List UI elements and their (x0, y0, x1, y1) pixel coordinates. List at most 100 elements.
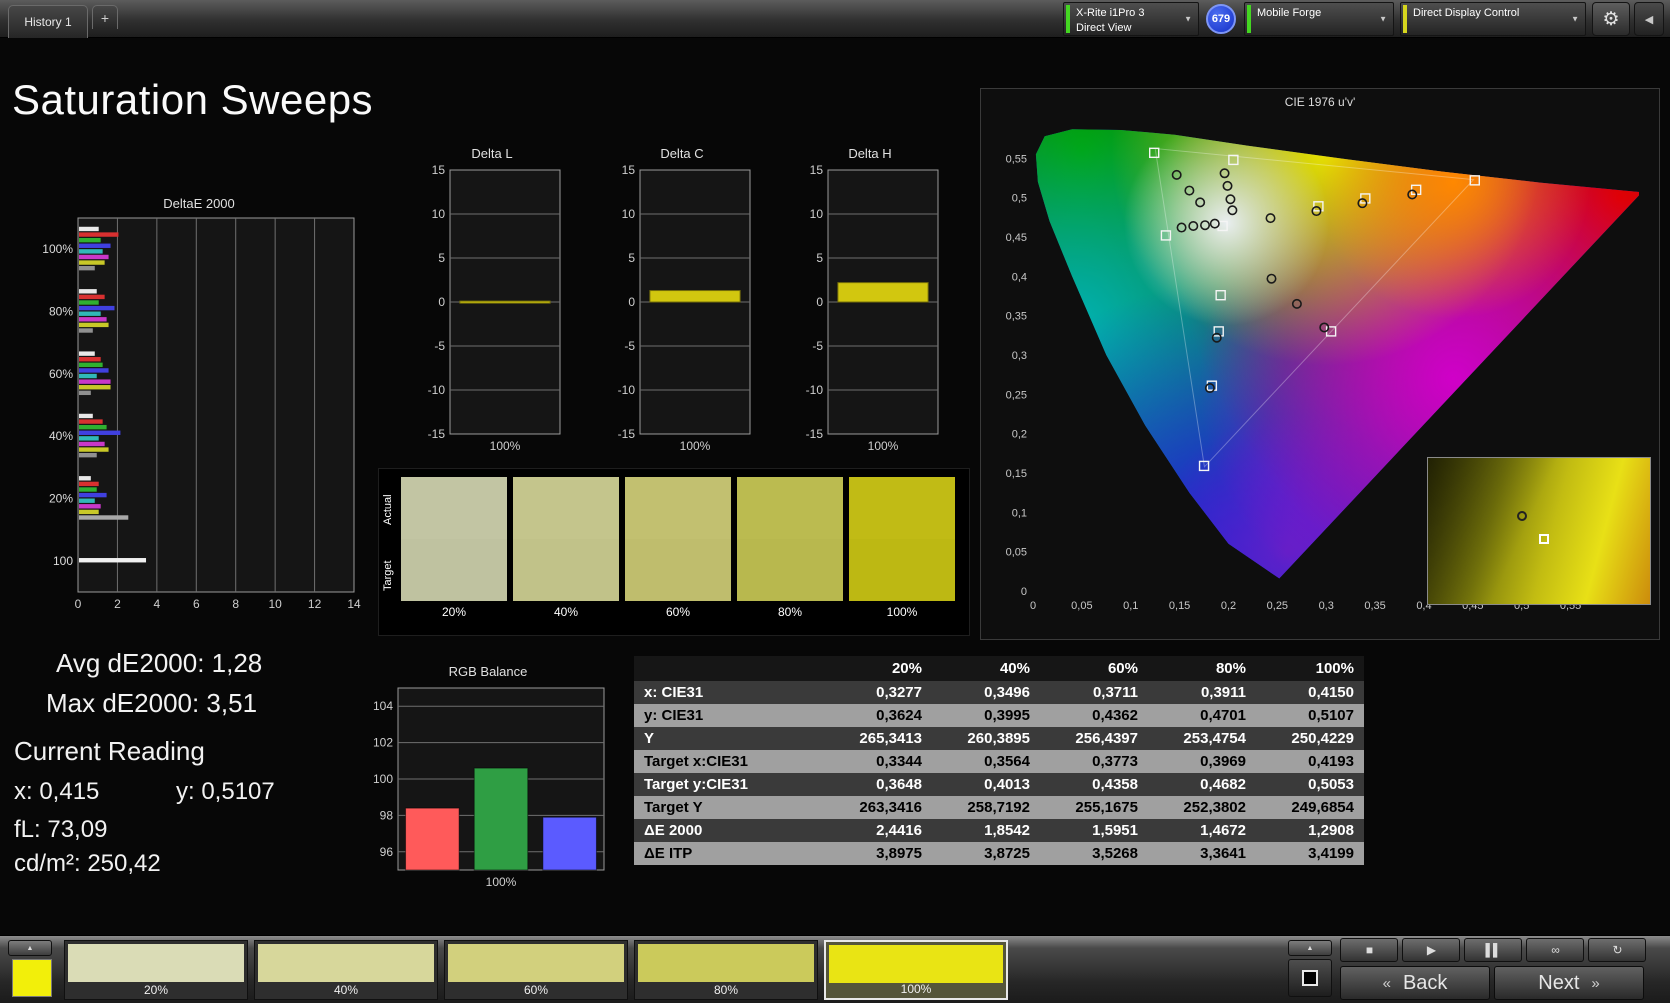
swatch-level-label: 80% (777, 605, 803, 619)
source-status-indicator (1247, 5, 1251, 33)
actual-row-label: Actual (382, 494, 394, 526)
back-button[interactable]: « Back (1340, 966, 1490, 1000)
page-title: Saturation Sweeps (12, 76, 374, 123)
pattern-window-button[interactable] (1288, 959, 1332, 997)
cie-diagram-title: CIE 1976 u'v' (1284, 95, 1356, 109)
saturation-level-swatch (638, 944, 814, 982)
max-de2000-value: Max dE2000: 3,51 (46, 688, 258, 718)
delta-l-chart-title: Delta L (471, 146, 513, 161)
settings-button[interactable]: ⚙ (1592, 2, 1630, 36)
pause-icon: ▌▌ (1485, 943, 1501, 957)
table-cell: 3,8975 (876, 845, 922, 862)
table-header-empty (634, 656, 824, 681)
expand-controls-button[interactable]: ▲ (1288, 940, 1332, 956)
chevron-down-icon: ▼ (1571, 14, 1579, 24)
saturation-level-button-80[interactable]: 80% (634, 940, 818, 1000)
saturation-level-button-40[interactable]: 40% (254, 940, 438, 1000)
meter-mode: Direct View (1076, 22, 1132, 34)
stop-button[interactable]: ■ (1340, 938, 1398, 962)
table-cell: 0,4150 (1308, 684, 1354, 701)
svg-text:-5: -5 (812, 339, 823, 353)
saturation-level-swatch (258, 944, 434, 982)
current-cdm2-value: cd/m²: 250,42 (14, 850, 161, 877)
table-header-cell: 20% (824, 656, 932, 681)
svg-text:-10: -10 (618, 383, 636, 397)
expand-patch-list-button[interactable]: ▲ (8, 940, 52, 956)
tab-history-1[interactable]: History 1 (8, 5, 88, 38)
saturation-swatch-column: 60% (625, 477, 731, 621)
current-y-value: y: 0,5107 (176, 778, 275, 805)
svg-text:2: 2 (114, 597, 121, 611)
table-row: Y 265,3413 260,3895 256,4397 253,4754 250,422… (634, 727, 1364, 750)
pattern-window-icon (1302, 970, 1318, 986)
display-control-name: Direct Display Control (1413, 7, 1520, 19)
saturation-level-label: 20% (143, 983, 169, 997)
table-cell: 0,4362 (1092, 707, 1138, 724)
swatch-columns: 20% 40% 60% 80% 100% (401, 477, 955, 621)
collapse-panel-button[interactable]: ◀ (1634, 2, 1664, 36)
saturation-swatch-column: 100% (849, 477, 955, 621)
saturation-level-swatch (68, 944, 244, 982)
display-control-dropdown[interactable]: Direct Display Control ▼ (1400, 2, 1586, 36)
delta-c-chart-title: Delta C (660, 146, 704, 161)
actual-swatch (625, 477, 731, 539)
target-swatch (737, 539, 843, 601)
table-cell: 0,4193 (1308, 753, 1354, 770)
saturation-level-button-20[interactable]: 20% (64, 940, 248, 1000)
svg-text:-15: -15 (618, 427, 636, 441)
play-button[interactable]: ▶ (1402, 938, 1460, 962)
svg-text:14: 14 (347, 597, 361, 611)
svg-text:10: 10 (268, 597, 282, 611)
table-row: ΔE ITP 3,8975 3,8725 3,5268 3,3641 3,4199 (634, 842, 1364, 865)
table-cell: 0,4358 (1092, 776, 1138, 793)
continuous-button[interactable]: ∞ (1526, 938, 1584, 962)
source-dropdown[interactable]: Mobile Forge ▼ (1244, 2, 1394, 36)
svg-text:0: 0 (816, 295, 823, 309)
pause-button[interactable]: ▌▌ (1464, 938, 1522, 962)
svg-text:0: 0 (75, 597, 82, 611)
add-tab-button[interactable]: + (92, 5, 118, 29)
up-arrow-icon: ▲ (26, 944, 34, 952)
table-cell: 0,4013 (984, 776, 1030, 793)
saturation-level-button-100[interactable]: 100% (824, 940, 1008, 1000)
saturation-swatch-column: 20% (401, 477, 507, 621)
svg-text:4: 4 (154, 597, 161, 611)
measure-controls: ■ ▶ ▌▌ ∞ ↻ (1340, 938, 1646, 962)
current-x-value: x: 0,415 (14, 778, 100, 805)
display-control-status-indicator (1403, 5, 1407, 33)
avg-de2000-value: Avg dE2000: 1,28 (56, 648, 263, 678)
svg-text:100%: 100% (42, 242, 73, 256)
svg-text:10: 10 (432, 207, 446, 221)
table-row: Target y:CIE31 0,3648 0,4013 0,4358 0,4682 0,… (634, 773, 1364, 796)
actual-swatch (513, 477, 619, 539)
table-cell: 2,4416 (876, 822, 922, 839)
next-button-label: Next (1538, 971, 1580, 994)
swatch-level-label: 20% (441, 605, 467, 619)
stop-icon: ■ (1365, 943, 1373, 957)
table-header-cell: 80% (1148, 656, 1256, 681)
meter-count-badge[interactable]: 679 (1206, 4, 1236, 34)
svg-text:0,15: 0,15 (1006, 468, 1027, 480)
table-row: y: CIE31 0,3624 0,3995 0,4362 0,4701 0,5107 (634, 704, 1364, 727)
back-button-label: Back (1402, 971, 1448, 994)
svg-text:20%: 20% (49, 492, 73, 506)
next-button[interactable]: Next » (1494, 966, 1644, 1000)
svg-text:0,25: 0,25 (1267, 600, 1288, 612)
table-header-row: 20% 40% 60% 80% 100% (634, 656, 1364, 681)
table-row: Target Y 263,3416 258,7192 255,1675 252,3802… (634, 796, 1364, 819)
actual-swatch (737, 477, 843, 539)
svg-text:10: 10 (622, 207, 636, 221)
delta-h-chart-title: Delta H (848, 146, 892, 161)
measurement-table: 20% 40% 60% 80% 100% x: CIE31 0,3277 0,3496 0,37… (634, 656, 1364, 865)
reset-button[interactable]: ↻ (1588, 938, 1646, 962)
tab-history-label: History 1 (24, 15, 72, 29)
table-cell: 255,1675 (1075, 799, 1138, 816)
saturation-level-button-60[interactable]: 60% (444, 940, 628, 1000)
meter-dropdown[interactable]: X-Rite i1Pro 3 Direct View ▼ (1063, 2, 1199, 36)
table-cell: 0,3564 (984, 753, 1030, 770)
svg-text:0,3: 0,3 (1012, 350, 1027, 362)
table-cell: 0,3344 (876, 753, 922, 770)
svg-text:-5: -5 (434, 339, 445, 353)
table-row-label: ΔE 2000 (644, 822, 703, 839)
svg-text:6: 6 (193, 597, 200, 611)
